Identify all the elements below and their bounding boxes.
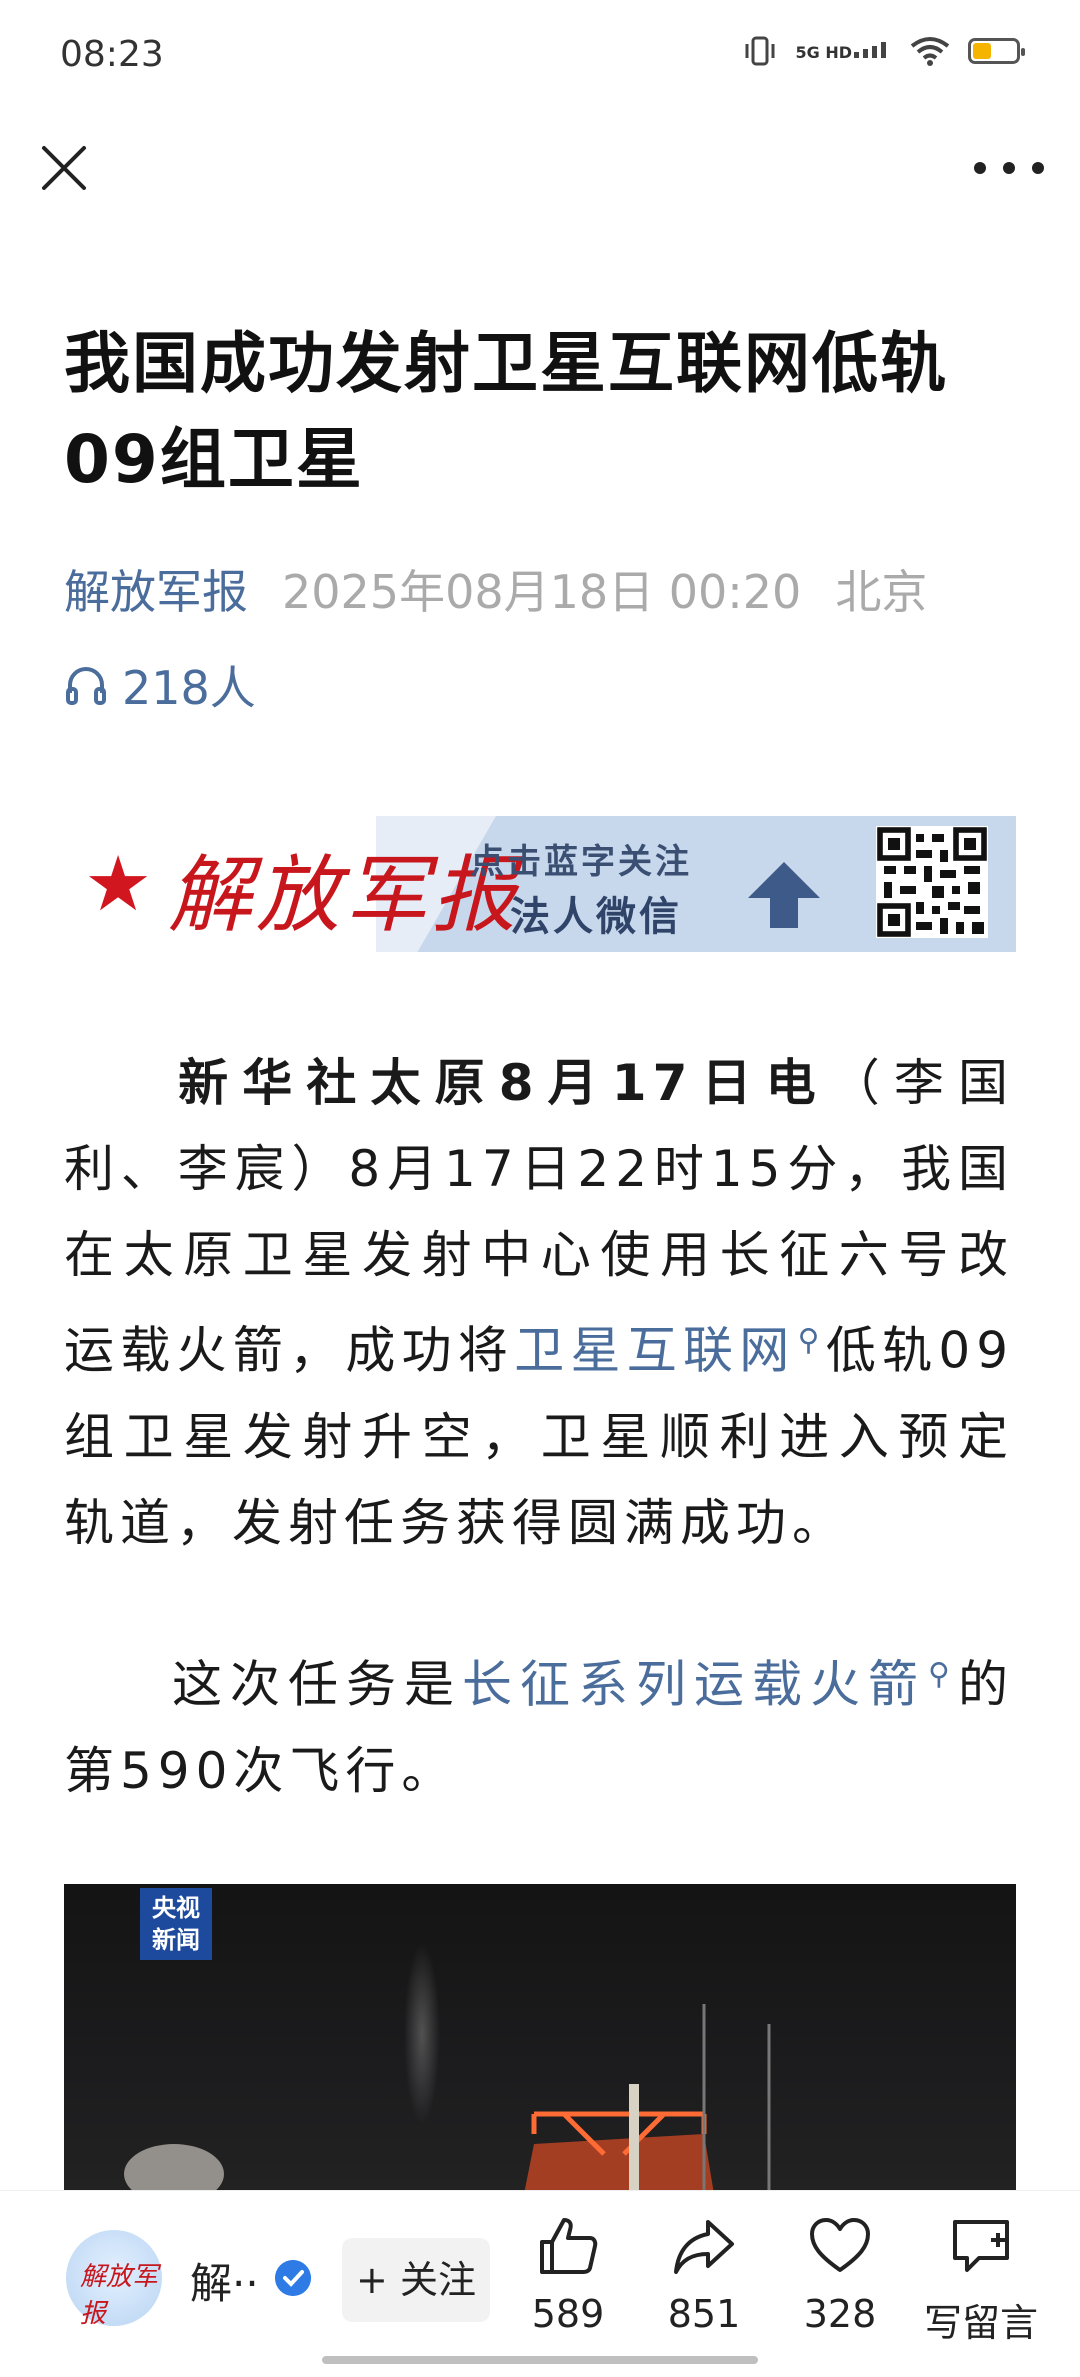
author-name[interactable]: 解·· [190, 2250, 259, 2311]
red-star-icon: ★ [84, 839, 153, 928]
thumbs-up-icon [540, 2218, 598, 2274]
favorite-button[interactable]: 328 [780, 2214, 900, 2336]
publish-date: 2025年08月18日 00:20 [282, 565, 802, 619]
article-photo[interactable]: 央视 新闻 [64, 1884, 1016, 2194]
network-5g-icon: 5G HD [795, 41, 892, 62]
verified-badge-icon [275, 2260, 311, 2296]
search-icon: ⚲ [928, 1657, 957, 1692]
keyword-link-long-march[interactable]: 长征系列运载火箭 [462, 1656, 926, 1714]
comment-label: 写留言 [923, 2301, 1038, 2345]
author-avatar[interactable]: 解放军报 [66, 2230, 162, 2329]
network-label: 5G HD [795, 42, 852, 62]
listener-count: 218人 [122, 661, 256, 715]
follow-banner[interactable]: ★ 解放军报 点击蓝字关注 法人微信 [76, 816, 1016, 952]
share-arrow-icon [674, 2220, 734, 2274]
like-button[interactable]: 589 [508, 2214, 628, 2336]
article-title: 我国成功发射卫星互联网低轨09组卫星 [64, 325, 948, 498]
wifi-icon [910, 37, 950, 66]
article-paragraph-2: 这次任务是长征系列运载火箭⚲的第590次飞行。 [64, 1632, 1014, 1814]
home-indicator[interactable] [322, 2356, 758, 2364]
follow-button[interactable]: + 关注 [342, 2238, 490, 2322]
listen-button[interactable]: 218人 [64, 652, 256, 718]
avatar-logo: 解放军报 [80, 2262, 159, 2329]
launch-scene [124, 1944, 771, 2194]
newspaper-logo: 解放军报 [168, 846, 521, 944]
heart-icon [810, 2218, 870, 2272]
battery-icon [968, 38, 1025, 64]
vibrate-icon [745, 36, 775, 66]
source-link[interactable]: 解放军报 [64, 565, 248, 619]
paragraph-text: 这次任务是 [170, 1655, 463, 1714]
arrow-up-icon [748, 862, 820, 928]
share-button[interactable]: 851 [644, 2214, 764, 2336]
article-meta: 解放军报 2025年08月18日 00:20 北京 [64, 556, 927, 622]
more-options-button[interactable] [974, 148, 1044, 188]
dateline: 新华社太原8月17日电 [170, 1054, 830, 1112]
headphones-icon [66, 667, 106, 705]
qr-code-icon [876, 826, 988, 938]
banner-cta-line1: 点击蓝字关注 [470, 842, 692, 882]
article-paragraph-1: 新华社太原8月17日电（李国利、李宸）8月17日22时15分，我国在太原卫星发射… [64, 1040, 1014, 1566]
favorite-count: 328 [803, 2292, 877, 2336]
keyword-link-satellite-internet[interactable]: 卫星互联网 [514, 1322, 795, 1380]
write-comment-button[interactable]: 写留言 [916, 2214, 1046, 2347]
search-icon: ⚲ [797, 1323, 826, 1358]
close-icon[interactable] [36, 140, 92, 196]
status-icons: 5G HD [743, 36, 1025, 66]
comment-add-icon [953, 2220, 1009, 2272]
location: 北京 [835, 565, 928, 619]
share-count: 851 [667, 2292, 741, 2336]
like-count: 589 [531, 2292, 605, 2336]
status-time: 08:23 [60, 34, 164, 75]
banner-cta-line2: 法人微信 [510, 894, 682, 940]
